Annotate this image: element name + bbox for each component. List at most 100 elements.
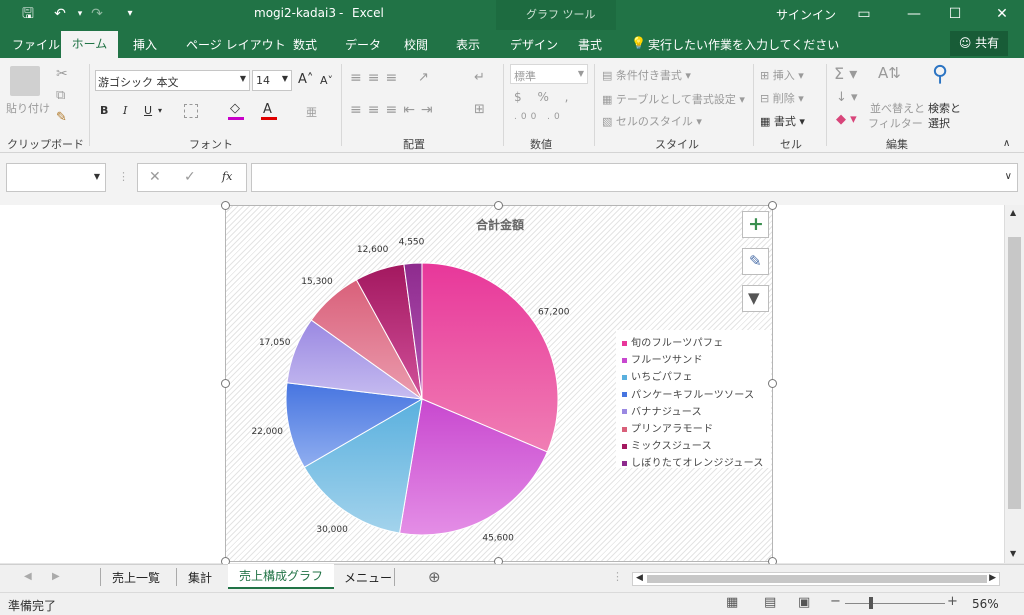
chart-styles-button[interactable]: ✎ bbox=[742, 248, 769, 275]
sheet-tab-menu[interactable]: メニュー bbox=[344, 569, 392, 586]
horizontal-align-icons[interactable]: ≡≡≡⇤⇥ bbox=[350, 102, 439, 118]
find-select-label-1[interactable]: 検索と bbox=[928, 100, 961, 116]
tab-view[interactable]: 表示 bbox=[456, 36, 480, 53]
data-label[interactable]: 12,600 bbox=[357, 245, 389, 255]
legend-item[interactable]: プリンアラモード bbox=[622, 420, 713, 435]
chart-resize-handle[interactable] bbox=[221, 379, 230, 388]
next-sheet-icon[interactable]: ▶ bbox=[52, 571, 60, 582]
format-painter-icon[interactable]: ✎ bbox=[56, 110, 67, 125]
hscroll-thumb[interactable] bbox=[647, 575, 987, 583]
border-icon[interactable] bbox=[184, 104, 198, 118]
normal-view-icon[interactable]: ▦ bbox=[726, 595, 738, 610]
data-label[interactable]: 67,200 bbox=[538, 308, 570, 318]
scroll-thumb[interactable] bbox=[1008, 237, 1021, 509]
search-icon[interactable]: ⚲ bbox=[932, 62, 948, 87]
font-size-select[interactable]: 14 ▼ bbox=[252, 70, 292, 91]
tab-data[interactable]: データ bbox=[345, 36, 381, 53]
data-label[interactable]: 30,000 bbox=[316, 525, 348, 535]
data-label[interactable]: 45,600 bbox=[482, 533, 514, 543]
sheet-tab-sales-chart[interactable]: 売上構成グラフ bbox=[228, 564, 334, 589]
legend[interactable]: 旬のフルーツパフェ フルーツサンド いちごパフェ パンケーキフルーツソース バナナジュー… bbox=[616, 330, 771, 469]
chevron-down-icon[interactable]: ▾ bbox=[158, 106, 162, 115]
vertical-align-icons[interactable]: ≡≡≡ bbox=[350, 70, 403, 86]
prev-sheet-icon[interactable]: ◀ bbox=[24, 571, 32, 582]
chart-area[interactable]: 合計金額 67,200 45,600 30,000 22,000 17,050 15,30… bbox=[225, 205, 773, 562]
collapse-ribbon-icon[interactable]: ∧ bbox=[1003, 138, 1010, 149]
tab-design[interactable]: デザイン bbox=[510, 36, 558, 53]
enter-icon[interactable]: ✓ bbox=[184, 169, 196, 185]
name-box[interactable]: ▼ bbox=[6, 163, 106, 192]
cut-icon[interactable]: ✂ bbox=[56, 66, 68, 82]
tab-format[interactable]: 書式 bbox=[578, 36, 602, 53]
tab-insert[interactable]: 挿入 bbox=[133, 36, 157, 53]
zoom-in-icon[interactable]: + bbox=[947, 594, 958, 609]
sort-filter-icon[interactable]: A⇅ bbox=[878, 64, 901, 82]
zoom-level[interactable]: 56% bbox=[972, 597, 999, 611]
cancel-icon[interactable]: ✕ bbox=[149, 169, 161, 185]
horizontal-scrollbar[interactable]: ◀ ▶ bbox=[632, 572, 1000, 586]
vertical-scrollbar[interactable]: ▲ ▼ bbox=[1004, 205, 1024, 563]
tab-home[interactable]: ホーム bbox=[61, 31, 118, 58]
formula-input[interactable]: ∨ bbox=[251, 163, 1018, 192]
sheet-tab-sales-list[interactable]: 売上一覧 bbox=[112, 569, 160, 586]
wrap-text-icon[interactable]: ↵ bbox=[474, 70, 485, 85]
copy-icon[interactable]: ⧉ bbox=[56, 88, 65, 103]
share-button[interactable]: ☺ 共有 bbox=[950, 31, 1008, 56]
underline-button[interactable]: U bbox=[144, 104, 152, 117]
currency-percent-comma-icons[interactable]: $ % , bbox=[514, 90, 574, 104]
sort-filter-label-1[interactable]: 並べ替えと bbox=[870, 100, 925, 116]
conditional-format-button[interactable]: ▤ 条件付き書式 ▾ bbox=[602, 67, 691, 83]
fill-icon[interactable]: ↓ ▾ bbox=[836, 90, 858, 105]
zoom-slider-thumb[interactable] bbox=[869, 597, 873, 609]
scroll-left-icon[interactable]: ◀ bbox=[636, 573, 643, 583]
tab-splitter-icon[interactable]: ⋮ bbox=[612, 570, 623, 583]
tab-file[interactable]: ファイル bbox=[12, 36, 60, 53]
orientation-icon[interactable]: ↗ bbox=[418, 70, 429, 85]
fill-color-icon[interactable]: ◇ bbox=[230, 101, 240, 116]
sort-filter-label-2[interactable]: フィルター bbox=[868, 115, 923, 131]
scroll-down-icon[interactable]: ▼ bbox=[1010, 549, 1016, 558]
sheet-tab-summary[interactable]: 集計 bbox=[188, 569, 212, 586]
insert-cells-button[interactable]: ⊞ 挿入 ▾ bbox=[760, 67, 804, 83]
scroll-right-icon[interactable]: ▶ bbox=[989, 573, 996, 583]
scroll-up-icon[interactable]: ▲ bbox=[1010, 208, 1016, 217]
page-break-view-icon[interactable]: ▣ bbox=[798, 595, 810, 610]
legend-item[interactable]: ミックスジュース bbox=[622, 437, 712, 452]
data-label[interactable]: 15,300 bbox=[301, 277, 333, 287]
font-name-select[interactable]: 游ゴシック 本文 ▼ bbox=[95, 70, 250, 91]
paste-button[interactable]: 貼り付け bbox=[6, 100, 50, 116]
signin-link[interactable]: サインイン bbox=[776, 6, 836, 23]
legend-item[interactable]: フルーツサンド bbox=[622, 351, 703, 366]
tab-review[interactable]: 校閲 bbox=[404, 36, 428, 53]
data-label[interactable]: 17,050 bbox=[259, 338, 291, 348]
minimize-icon[interactable]: — bbox=[902, 3, 926, 25]
italic-button[interactable]: I bbox=[123, 104, 127, 117]
find-select-label-2[interactable]: 選択 bbox=[928, 115, 950, 131]
shrink-font-icon[interactable]: A˅ bbox=[320, 74, 333, 87]
maximize-icon[interactable]: ☐ bbox=[943, 3, 967, 25]
format-cells-button[interactable]: ▦ 書式 ▾ bbox=[760, 113, 805, 129]
autosum-icon[interactable]: Σ ▾ bbox=[834, 64, 857, 83]
paste-icon[interactable] bbox=[10, 66, 40, 96]
legend-item[interactable]: しぼりたてオレンジジュース bbox=[622, 454, 764, 469]
phonetic-icon[interactable]: 亜 bbox=[306, 104, 317, 120]
number-format-select[interactable]: 標準 ▼ bbox=[510, 64, 588, 84]
tell-me-box[interactable]: 実行したい作業を入力してください bbox=[648, 36, 839, 53]
customize-qat-icon[interactable]: ▾ bbox=[118, 3, 142, 25]
page-layout-view-icon[interactable]: ▤ bbox=[764, 595, 776, 610]
format-as-table-button[interactable]: ▦ テーブルとして書式設定 ▾ bbox=[602, 91, 745, 107]
zoom-out-icon[interactable]: − bbox=[830, 594, 841, 609]
chart-resize-handle[interactable] bbox=[494, 201, 503, 210]
legend-item[interactable]: バナナジュース bbox=[622, 403, 702, 418]
chart-resize-handle[interactable] bbox=[221, 201, 230, 210]
data-label[interactable]: 4,550 bbox=[399, 237, 425, 247]
bold-button[interactable]: B bbox=[100, 104, 108, 117]
tab-page-layout[interactable]: ページ レイアウト bbox=[186, 36, 286, 53]
add-sheet-icon[interactable]: ⊕ bbox=[428, 568, 441, 586]
clear-icon[interactable]: ◆ ▾ bbox=[836, 112, 857, 127]
delete-cells-button[interactable]: ⊟ 削除 ▾ bbox=[760, 90, 804, 106]
chart-resize-handle[interactable] bbox=[768, 201, 777, 210]
chart-elements-button[interactable]: + bbox=[742, 211, 769, 238]
grow-font-icon[interactable]: A˄ bbox=[298, 72, 313, 87]
legend-item[interactable]: いちごパフェ bbox=[622, 368, 693, 383]
